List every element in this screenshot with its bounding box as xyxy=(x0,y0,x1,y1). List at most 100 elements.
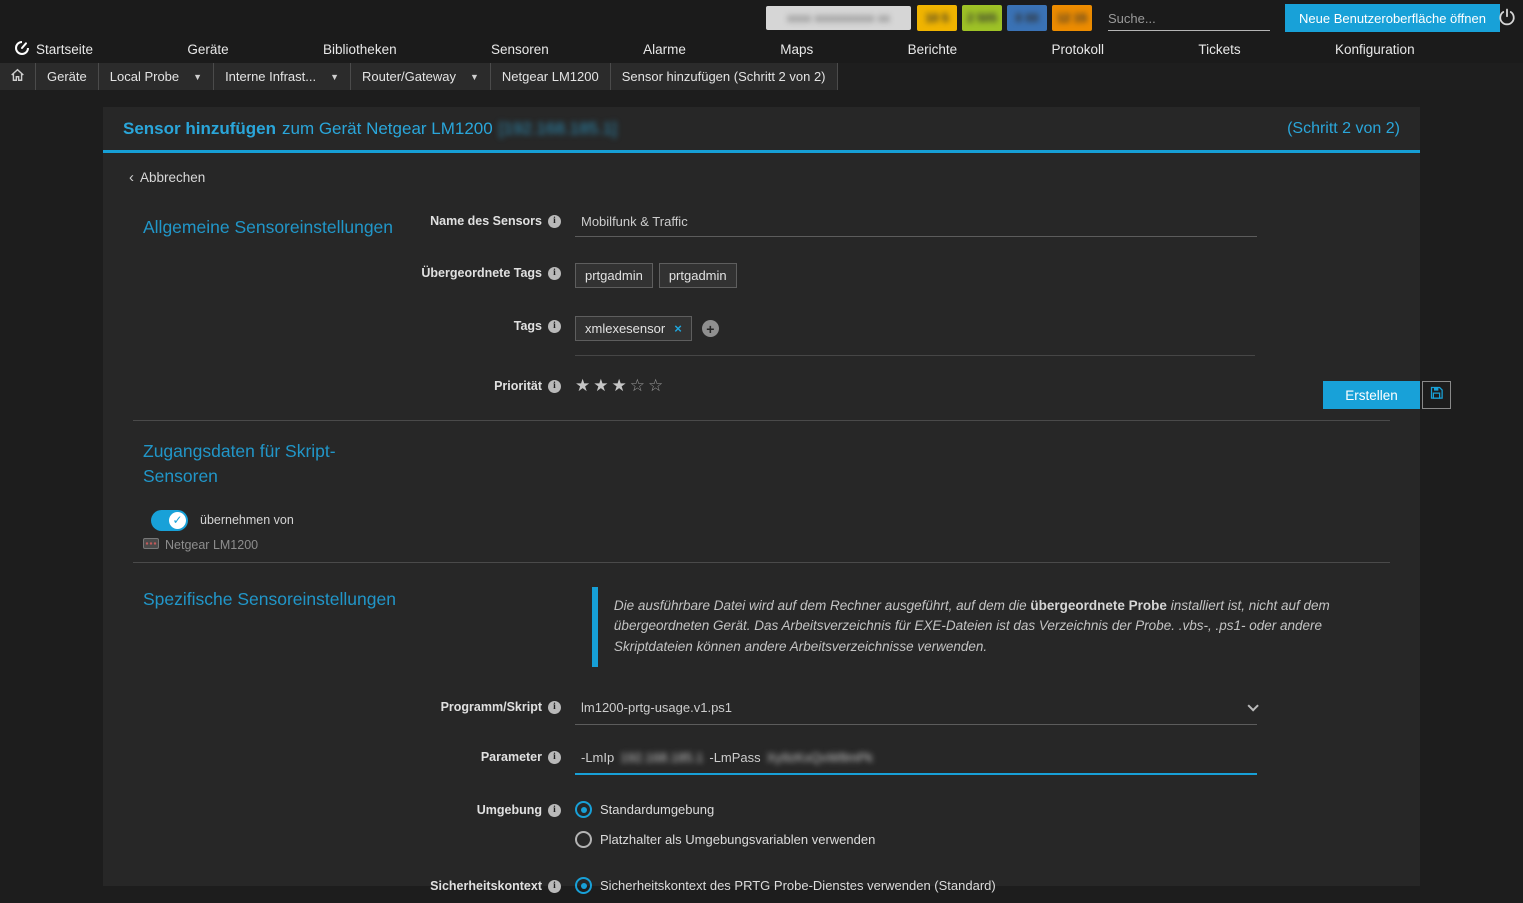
star-empty-icon: ☆ xyxy=(648,376,666,395)
menu-item-maps[interactable]: Maps xyxy=(780,42,813,57)
parent-tag-chip: prtgadmin xyxy=(575,263,653,288)
script-select[interactable]: lm1200-prtg-usage.v1.ps1 xyxy=(575,697,1257,725)
cancel-back-link[interactable]: ‹ Abbrechen xyxy=(129,169,205,186)
parameter-password-masked: Xy9zKxQvW8mPk xyxy=(767,750,873,765)
top-header-bar: xxxx xxxxxxxxxx xx 10 5 2 505 8 88 12 15… xyxy=(0,0,1523,36)
status-badge-paused[interactable]: 8 88 xyxy=(1007,5,1047,31)
sensor-name-input[interactable]: Mobilfunk & Traffic xyxy=(575,211,1257,237)
priority-star-rating[interactable]: ★★★☆☆ xyxy=(575,376,666,395)
menu-item-protokoll[interactable]: Protokoll xyxy=(1052,42,1105,57)
radio-probe-service-context[interactable]: Sicherheitskontext des PRTG Probe-Dienst… xyxy=(575,877,1257,894)
menu-item-sensoren[interactable]: Sensoren xyxy=(491,42,549,57)
breadcrumb-router-gateway[interactable]: Router/Gateway ▼ xyxy=(351,63,491,90)
row-environment: Umgebung i Standardumgebung Platzhalter … xyxy=(103,801,1420,861)
inherit-toggle[interactable]: ✓ xyxy=(151,510,188,531)
search-input[interactable] xyxy=(1108,11,1284,26)
radio-unselected-icon xyxy=(575,831,592,848)
menu-item-startseite[interactable]: Startseite xyxy=(14,40,93,59)
breadcrumb-home[interactable] xyxy=(0,63,36,90)
breadcrumb-local-probe[interactable]: Local Probe ▼ xyxy=(99,63,214,90)
section-heading-general: Allgemeine Sensoreinstellungen xyxy=(143,215,403,240)
row-security-context: Sicherheitskontext i Sicherheitskontext … xyxy=(103,877,1420,903)
menu-item-bibliotheken[interactable]: Bibliotheken xyxy=(323,42,397,57)
parent-tag-chip: prtgadmin xyxy=(659,263,737,288)
menu-item-konfiguration[interactable]: Konfiguration xyxy=(1335,42,1415,57)
menu-item-tickets[interactable]: Tickets xyxy=(1198,42,1240,57)
create-button-group: Erstellen xyxy=(1323,381,1451,409)
row-priority: Priorität i ★★★☆☆ xyxy=(103,376,1420,396)
chevron-down-icon: ▼ xyxy=(470,72,479,82)
search-box xyxy=(1108,6,1270,31)
section-heading-credentials: Zugangsdaten für Skript-Sensoren xyxy=(143,439,403,490)
info-icon[interactable]: i xyxy=(548,701,561,714)
section-general-settings: Allgemeine Sensoreinstellungen Name des … xyxy=(103,211,1420,396)
create-button[interactable]: Erstellen xyxy=(1323,381,1420,409)
add-sensor-panel: Sensor hinzufügen zum Gerät Netgear LM12… xyxy=(103,107,1420,886)
breadcrumb: Geräte Local Probe ▼ Interne Infrast... … xyxy=(0,63,1523,90)
star-empty-icon: ☆ xyxy=(630,376,648,395)
row-parameter: Parameter i -LmIp 192.168.185.1 -LmPass … xyxy=(103,747,1420,775)
account-info-text: xxxx xxxxxxxxxx xx xyxy=(787,11,890,25)
account-info-masked: xxxx xxxxxxxxxx xx xyxy=(766,6,911,30)
info-icon[interactable]: i xyxy=(548,804,561,817)
parameter-input[interactable]: -LmIp 192.168.185.1 -LmPass Xy9zKxQvW8mP… xyxy=(575,747,1257,775)
section-credentials: Zugangsdaten für Skript-Sensoren ✓ übern… xyxy=(103,421,1420,552)
note-text: Die ausführbare Datei wird auf dem Rechn… xyxy=(598,587,1392,668)
info-icon[interactable]: i xyxy=(548,215,561,228)
info-icon[interactable]: i xyxy=(548,751,561,764)
info-icon[interactable]: i xyxy=(548,380,561,393)
chevron-down-icon: ▼ xyxy=(330,72,339,82)
save-floppy-icon xyxy=(1429,385,1444,405)
section-specific-settings: Spezifische Sensoreinstellungen Die ausf… xyxy=(103,563,1420,903)
prtg-logo-icon xyxy=(14,40,30,59)
status-badge-warning[interactable]: 10 5 xyxy=(917,5,957,31)
sensor-status-badges: 10 5 2 505 8 88 12 15 xyxy=(917,5,1092,31)
menu-item-alarme[interactable]: Alarme xyxy=(643,42,686,57)
radio-standard-environment[interactable]: Standardumgebung xyxy=(575,801,1257,818)
status-badge-up[interactable]: 2 505 xyxy=(962,5,1002,31)
breadcrumb-sensor-hinzufuegen[interactable]: Sensor hinzufügen (Schritt 2 von 2) xyxy=(611,63,838,90)
breadcrumb-interne-infrastruktur[interactable]: Interne Infrast... ▼ xyxy=(214,63,351,90)
main-menu-bar: Startseite Geräte Bibliotheken Sensoren … xyxy=(0,36,1523,63)
menu-item-berichte[interactable]: Berichte xyxy=(908,42,958,57)
star-filled-icon: ★ xyxy=(593,376,611,395)
inherit-toggle-label: übernehmen von xyxy=(200,513,294,527)
page-title-device: zum Gerät Netgear LM1200 xyxy=(282,119,493,139)
row-program-script: Programm/Skript i lm1200-prtg-usage.v1.p… xyxy=(103,697,1420,725)
inherit-device: Netgear LM1200 xyxy=(143,538,1420,552)
divider xyxy=(575,355,1255,356)
parameter-ip-masked: 192.168.185.1 xyxy=(620,750,703,765)
save-icon-button[interactable] xyxy=(1422,381,1451,409)
star-filled-icon: ★ xyxy=(612,376,630,395)
chevron-down-icon: ▼ xyxy=(193,72,202,82)
row-tags: Tags i xmlexesensor × + xyxy=(103,316,1420,341)
radio-selected-icon xyxy=(575,877,592,894)
info-icon[interactable]: i xyxy=(548,320,561,333)
wizard-step-indicator: (Schritt 2 von 2) xyxy=(1287,120,1400,138)
logout-power-icon[interactable] xyxy=(1498,8,1516,31)
breadcrumb-geraete[interactable]: Geräte xyxy=(36,63,99,90)
row-parent-tags: Übergeordnete Tags i prtgadmin prtgadmin xyxy=(103,263,1420,288)
breadcrumb-netgear-lm1200[interactable]: Netgear LM1200 xyxy=(491,63,611,90)
open-new-ui-button[interactable]: Neue Benutzeroberfläche öffnen xyxy=(1285,4,1500,32)
panel-header: Sensor hinzufügen zum Gerät Netgear LM12… xyxy=(103,107,1420,153)
home-icon xyxy=(10,68,25,85)
info-icon[interactable]: i xyxy=(548,880,561,893)
info-note-box: Die ausführbare Datei wird auf dem Rechn… xyxy=(592,587,1392,668)
check-icon: ✓ xyxy=(172,513,182,527)
add-tag-icon[interactable]: + xyxy=(702,320,719,337)
tag-chip[interactable]: xmlexesensor × xyxy=(575,316,692,341)
radio-placeholder-env-vars[interactable]: Platzhalter als Umgebungsvariablen verwe… xyxy=(575,831,1257,848)
page-title: Sensor hinzufügen xyxy=(123,119,276,139)
menu-item-geraete[interactable]: Geräte xyxy=(187,42,228,57)
chevron-left-icon: ‹ xyxy=(129,169,134,186)
section-heading-specific: Spezifische Sensoreinstellungen xyxy=(143,587,403,612)
status-badge-unusual[interactable]: 12 15 xyxy=(1052,5,1092,31)
device-icon xyxy=(143,538,159,552)
radio-selected-icon xyxy=(575,801,592,818)
star-filled-icon: ★ xyxy=(575,376,593,395)
chevron-down-icon xyxy=(1247,700,1258,711)
info-icon[interactable]: i xyxy=(548,267,561,280)
remove-tag-icon[interactable]: × xyxy=(674,321,682,336)
device-ip-masked: [192.168.185.1] xyxy=(499,119,617,139)
